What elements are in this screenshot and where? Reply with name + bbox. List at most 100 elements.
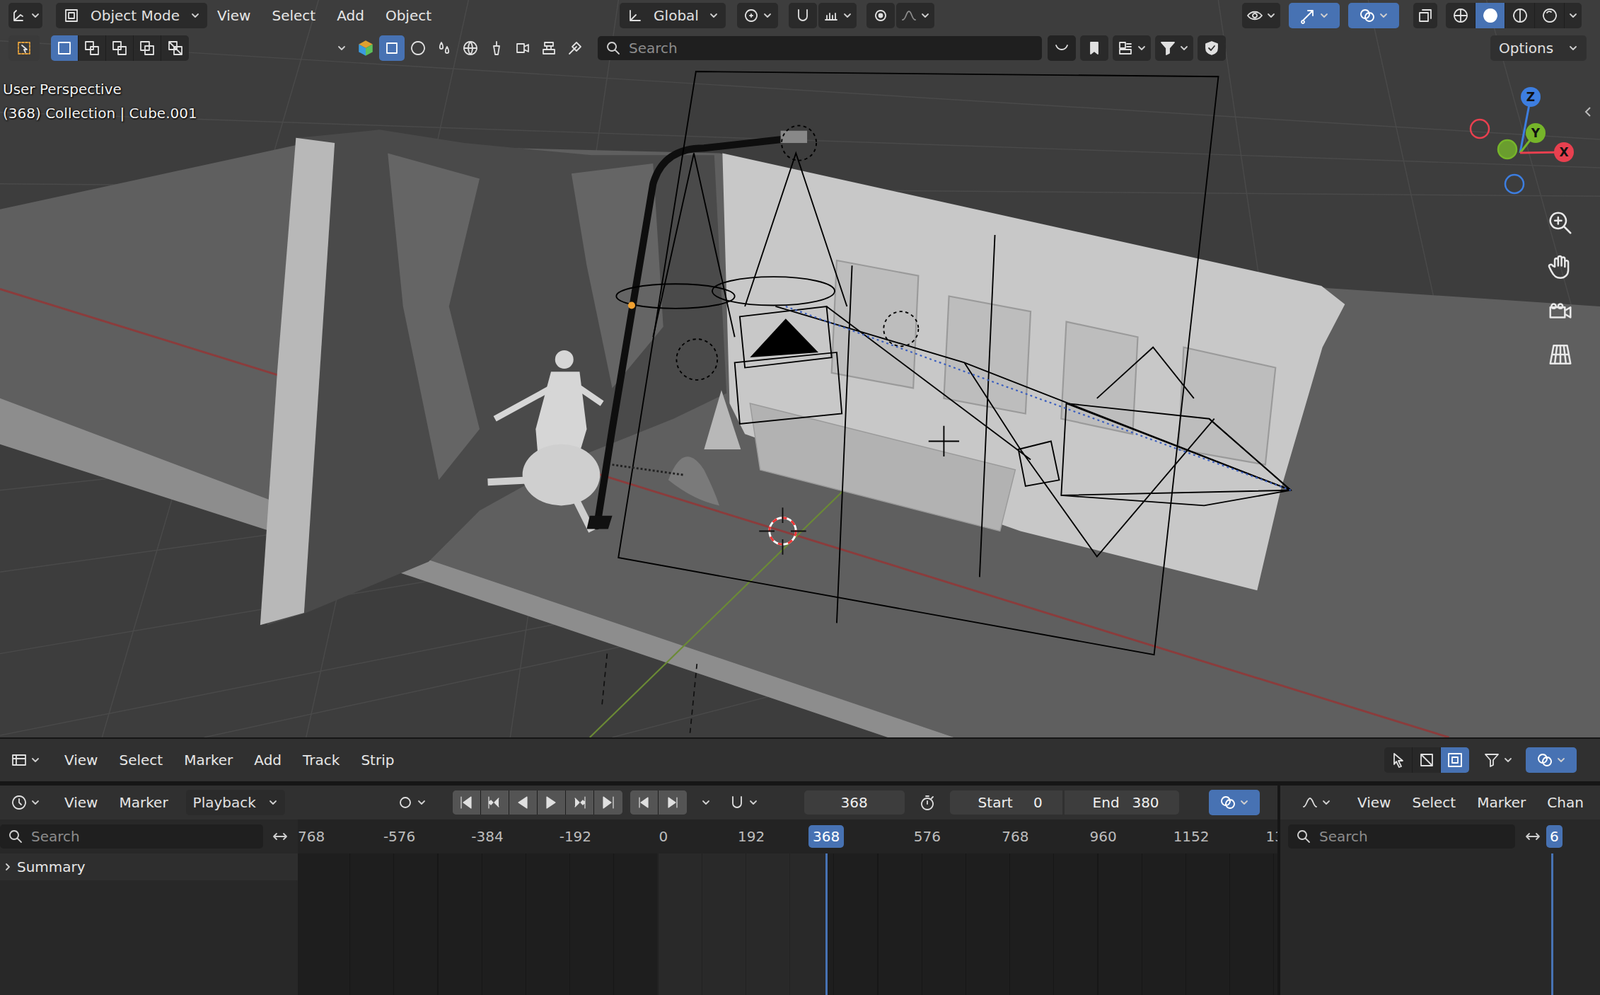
menu-item[interactable]: View [64, 751, 98, 769]
menu-item[interactable]: Select [271, 7, 316, 25]
start-frame-field[interactable]: Start0 [949, 790, 1063, 815]
auto-keying-toggle[interactable] [391, 789, 432, 815]
character-figure[interactable] [488, 350, 603, 531]
shading-options[interactable] [1564, 2, 1582, 29]
end-frame-field[interactable]: End380 [1064, 790, 1180, 815]
filter-button[interactable] [405, 35, 431, 61]
axis-handle[interactable]: X [1554, 142, 1574, 162]
cube-icon[interactable] [356, 38, 375, 58]
sidebar-toggle-icon[interactable] [1583, 104, 1593, 119]
playhead-frame[interactable]: 6 [1546, 824, 1563, 848]
snap-target-dropdown[interactable] [818, 2, 857, 29]
axis-handle[interactable]: Y [1525, 123, 1546, 143]
bench[interactable] [749, 403, 1016, 531]
search-field[interactable]: Search [597, 36, 1042, 61]
playhead-line[interactable] [825, 853, 828, 995]
gizmo-toggle[interactable] [1288, 2, 1340, 29]
navigation-gizmo[interactable]: ZYX [1457, 77, 1585, 206]
menu-item[interactable]: View [217, 7, 251, 25]
back-wall[interactable] [722, 152, 1345, 590]
playback-button[interactable] [480, 790, 510, 815]
hand-icon[interactable] [1546, 253, 1574, 281]
search-field[interactable]: Search [0, 824, 264, 849]
negative-axis-handle[interactable] [1498, 140, 1517, 159]
tool-button[interactable] [1440, 746, 1470, 773]
overlays-toggle[interactable] [1525, 746, 1577, 773]
filter-button[interactable] [509, 35, 536, 61]
menu-item[interactable]: Select [1411, 793, 1456, 811]
select-tool-button[interactable] [8, 35, 40, 61]
3d-cursor-icon[interactable] [758, 507, 806, 554]
selection-mode-button[interactable] [106, 35, 134, 61]
shading-mode-button[interactable] [1445, 2, 1476, 29]
layout-dropdown[interactable] [1112, 35, 1151, 61]
swap-icon[interactable] [1524, 827, 1542, 845]
chevron-icon[interactable] [336, 43, 347, 54]
playback-button[interactable] [509, 790, 538, 815]
curve-button[interactable] [1047, 35, 1076, 61]
frame-area[interactable] [297, 853, 1278, 995]
menu-item[interactable]: Marker [183, 751, 233, 769]
bookmark-button[interactable] [1080, 35, 1109, 61]
menu-item[interactable]: Select [118, 751, 163, 769]
swap-icon[interactable] [271, 827, 289, 845]
selection-mode-button[interactable] [133, 35, 162, 61]
filter-button[interactable] [562, 35, 588, 61]
scene-render[interactable] [0, 0, 1600, 738]
visibility-dropdown[interactable] [1242, 2, 1281, 29]
menu-item[interactable]: Add [253, 751, 282, 769]
tool-button[interactable] [1412, 746, 1441, 773]
menu-item[interactable]: Chan [1546, 793, 1584, 811]
expand-arrow-icon[interactable] [2, 861, 13, 872]
selection-mode-button[interactable] [78, 35, 107, 61]
playback-button[interactable] [594, 790, 623, 815]
editor-type-button[interactable] [8, 789, 43, 815]
shading-mode-button[interactable] [1475, 2, 1506, 29]
menu-item[interactable]: Marker [118, 793, 168, 811]
chevron-icon[interactable] [700, 797, 711, 808]
playback-dropdown[interactable]: Playback [186, 789, 286, 815]
current-frame-field[interactable]: 368 [804, 790, 905, 815]
light-wireframes[interactable] [616, 71, 1291, 655]
shading-mode-button[interactable] [1505, 2, 1535, 29]
menu-item[interactable]: View [1357, 793, 1391, 811]
snap-toggle[interactable] [788, 2, 817, 29]
snapping-dropdown[interactable] [723, 789, 764, 815]
overlays-toggle[interactable] [1208, 789, 1260, 815]
shading-mode-button[interactable] [1534, 2, 1565, 29]
negative-axis-handle[interactable] [1470, 119, 1489, 138]
xray-toggle[interactable] [1413, 2, 1438, 29]
editor-type-button[interactable] [8, 2, 43, 29]
proportional-toggle[interactable] [866, 2, 895, 29]
editor-type-button[interactable] [1295, 789, 1337, 815]
stopwatch-icon[interactable] [918, 793, 936, 811]
playhead-line[interactable] [1551, 853, 1554, 995]
filter-button[interactable] [483, 35, 510, 61]
street-lamp[interactable] [596, 137, 796, 526]
shield-button[interactable] [1197, 35, 1226, 61]
selection-mode-button[interactable] [50, 35, 79, 61]
menu-item[interactable]: View [64, 793, 98, 811]
menu-item[interactable]: Object [385, 7, 432, 25]
options-dropdown[interactable]: Options [1490, 35, 1587, 61]
mode-dropdown[interactable]: Object Mode [55, 2, 208, 29]
filter-dropdown[interactable] [1479, 746, 1518, 773]
overlays-toggle[interactable] [1348, 2, 1400, 29]
keyframe-jump-button[interactable] [658, 790, 687, 815]
filter-button[interactable] [536, 35, 562, 61]
channel-row[interactable]: Summary [0, 853, 298, 880]
3d-viewport[interactable]: Object ModeViewSelectAddObjectGlobalSear… [0, 0, 1600, 738]
playback-button[interactable] [537, 790, 566, 815]
zoom-icon[interactable] [1546, 209, 1574, 237]
filter-button[interactable] [379, 35, 405, 61]
filter-button[interactable] [431, 35, 457, 61]
pivot-point-button[interactable] [737, 2, 779, 29]
editor-type-button[interactable] [8, 746, 43, 773]
search-field[interactable]: Search [1288, 824, 1516, 849]
grid-icon[interactable] [1546, 340, 1574, 368]
keyframe-jump-button[interactable] [630, 790, 659, 815]
traffic-cone[interactable] [703, 389, 741, 450]
negative-axis-handle[interactable] [1505, 174, 1524, 194]
orientation-dropdown[interactable]: Global [619, 2, 726, 29]
menu-item[interactable]: Track [302, 751, 340, 769]
